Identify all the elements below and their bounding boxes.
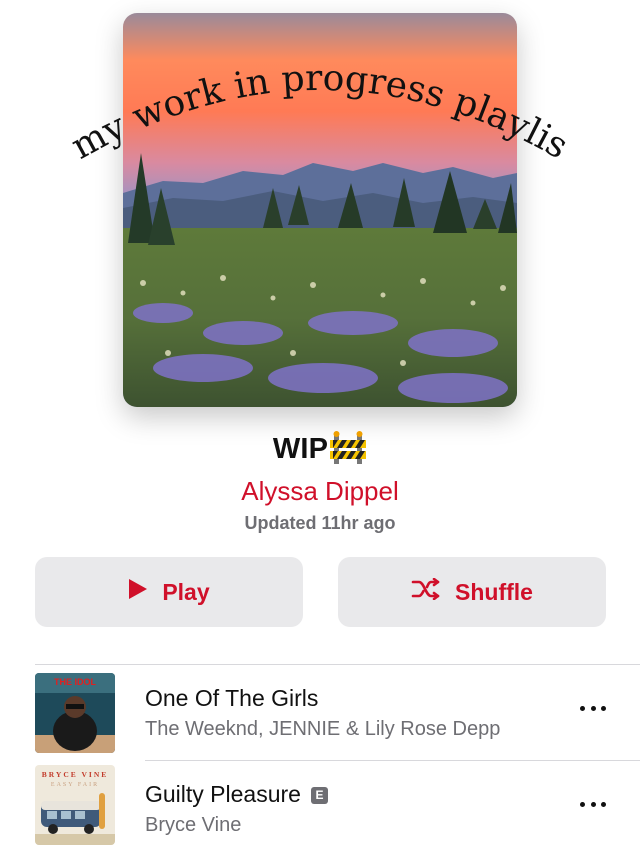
dot-icon: [601, 801, 606, 807]
dot-icon: [601, 705, 606, 711]
track-artist: Bryce Vine: [145, 814, 242, 836]
playlist-title-row: WIP: [0, 430, 640, 470]
meadow-sunset-image: [123, 13, 517, 407]
dot-icon: [580, 801, 585, 807]
track-title: Guilty Pleasure E: [145, 781, 328, 808]
more-options-button[interactable]: [580, 799, 606, 809]
dot-icon: [590, 705, 596, 711]
shuffle-label: Shuffle: [455, 578, 533, 605]
track-artwork: THE IDOL: [35, 673, 115, 753]
track-artwork-text: BRYCE VINE: [42, 770, 108, 779]
track-title-text: Guilty Pleasure: [145, 781, 301, 807]
track-artwork-subtext: EASY FAIR: [51, 782, 99, 788]
track-row[interactable]: BRYCE VINE EASY FAIR Guilty Pleasure E Br…: [0, 761, 640, 853]
playlist-title: WIP: [272, 432, 329, 465]
dot-icon: [580, 705, 585, 711]
track-title: One Of The Girls: [145, 685, 319, 711]
shuffle-icon: [411, 577, 441, 606]
curator-name[interactable]: Alyssa Dippel: [0, 476, 640, 507]
track-artist: The Weeknd, JENNIE & Lily Rose Depp: [145, 718, 501, 740]
playlist-artwork: [123, 13, 517, 407]
play-button[interactable]: Play: [35, 557, 303, 627]
shuffle-button[interactable]: Shuffle: [338, 557, 606, 627]
track-row[interactable]: THE IDOL One Of The Girls The Weeknd, JE…: [0, 665, 640, 757]
dot-icon: [590, 801, 596, 807]
construction-barrier-icon: [329, 430, 367, 464]
updated-time: Updated 11hr ago: [244, 513, 396, 533]
more-options-button[interactable]: [580, 703, 606, 713]
track-artwork-text: THE IDOL: [54, 677, 97, 687]
track-artwork: BRYCE VINE EASY FAIR: [35, 765, 115, 845]
play-icon: [128, 578, 148, 606]
explicit-badge: E: [310, 787, 328, 804]
play-label: Play: [162, 578, 210, 605]
